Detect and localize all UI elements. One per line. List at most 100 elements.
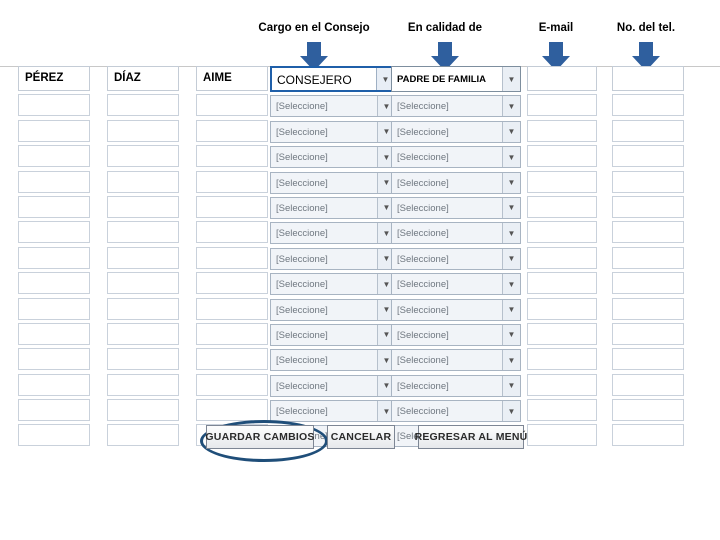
chevron-down-icon[interactable]: ▼ [502,375,520,396]
cargo-select[interactable]: [Seleccione]▼ [270,120,396,143]
apellido-materno-cell[interactable] [107,348,179,371]
cargo-select[interactable]: [Seleccione]▼ [270,273,396,296]
apellido-paterno-cell[interactable] [18,119,90,142]
apellido-materno-cell[interactable] [107,272,179,295]
email-cell[interactable] [527,119,597,142]
cargo-select[interactable]: [Seleccione]▼ [270,247,396,270]
apellido-paterno-cell[interactable] [18,145,90,168]
chevron-down-icon[interactable]: ▼ [502,147,520,168]
nombre-cell[interactable] [196,348,268,371]
email-cell[interactable] [527,399,597,422]
email-cell[interactable] [527,221,597,244]
nombre-cell[interactable] [196,373,268,396]
calidad-select[interactable]: [Seleccione] ▼ [391,273,521,296]
chevron-down-icon[interactable]: ▼ [502,96,520,117]
guardar-cambios-button[interactable]: GUARDAR CAMBIOS [205,425,314,449]
telefono-cell[interactable] [612,94,684,117]
calidad-select[interactable]: [Seleccione] ▼ [391,120,521,143]
apellido-materno-cell[interactable] [107,424,179,447]
apellido-paterno-cell[interactable] [18,424,90,447]
email-header-cell[interactable] [527,66,597,91]
apellido-materno-cell[interactable] [107,119,179,142]
calidad-select[interactable]: [Seleccione] ▼ [391,374,521,397]
apellido-materno-cell[interactable] [107,373,179,396]
email-cell[interactable] [527,246,597,269]
chevron-down-icon[interactable]: ▼ [502,299,520,320]
cargo-select[interactable]: [Seleccione]▼ [270,374,396,397]
email-cell[interactable] [527,170,597,193]
regresar-al-menu-button[interactable]: REGRESAR AL MENÚ [415,425,527,449]
apellido-paterno-cell[interactable] [18,221,90,244]
email-cell[interactable] [527,322,597,345]
telefono-header-cell[interactable] [612,66,684,91]
apellido-paterno-cell[interactable] [18,170,90,193]
nombre-cell[interactable] [196,399,268,422]
apellido-materno-cell[interactable] [107,170,179,193]
calidad-select[interactable]: [Seleccione] ▼ [391,349,521,372]
cargo-select[interactable]: [Seleccione]▼ [270,222,396,245]
chevron-down-icon[interactable]: ▼ [502,67,520,91]
cancelar-button[interactable]: CANCELAR [327,425,395,449]
apellido-paterno-cell[interactable] [18,195,90,218]
calidad-select[interactable]: [Seleccione] ▼ [391,298,521,321]
apellido-materno-cell[interactable] [107,322,179,345]
nombre-cell[interactable] [196,119,268,142]
email-cell[interactable] [527,373,597,396]
telefono-cell[interactable] [612,170,684,193]
calidad-select[interactable]: [Seleccione] ▼ [391,95,521,118]
nombre-cell[interactable] [196,272,268,295]
email-cell[interactable] [527,348,597,371]
apellido-paterno-cell[interactable] [18,94,90,117]
apellido-paterno-cell[interactable] [18,297,90,320]
apellido-paterno-cell[interactable] [18,322,90,345]
calidad-select[interactable]: [Seleccione] ▼ [391,400,521,423]
apellido-materno-cell[interactable] [107,297,179,320]
calidad-select[interactable]: [Seleccione] ▼ [391,196,521,219]
apellido-materno-header-cell[interactable]: DÍAZ [107,66,179,91]
telefono-cell[interactable] [612,195,684,218]
apellido-materno-cell[interactable] [107,399,179,422]
telefono-cell[interactable] [612,322,684,345]
cargo-select[interactable]: [Seleccione]▼ [270,400,396,423]
cargo-select[interactable]: [Seleccione]▼ [270,146,396,169]
chevron-down-icon[interactable]: ▼ [502,350,520,371]
apellido-materno-cell[interactable] [107,195,179,218]
nombre-cell[interactable] [196,221,268,244]
calidad-select[interactable]: [Seleccione] ▼ [391,171,521,194]
telefono-cell[interactable] [612,246,684,269]
chevron-down-icon[interactable]: ▼ [502,401,520,422]
telefono-cell[interactable] [612,424,684,447]
cargo-select[interactable]: [Seleccione]▼ [270,95,396,118]
cargo-select[interactable]: [Seleccione]▼ [270,171,396,194]
telefono-cell[interactable] [612,348,684,371]
apellido-paterno-cell[interactable] [18,348,90,371]
chevron-down-icon[interactable]: ▼ [502,274,520,295]
apellido-materno-cell[interactable] [107,94,179,117]
chevron-down-icon[interactable]: ▼ [502,197,520,218]
email-cell[interactable] [527,145,597,168]
chevron-down-icon[interactable]: ▼ [502,121,520,142]
apellido-paterno-cell[interactable] [18,272,90,295]
apellido-materno-cell[interactable] [107,221,179,244]
email-cell[interactable] [527,94,597,117]
calidad-select[interactable]: PADRE DE FAMILIA ▼ [391,66,521,92]
cargo-select[interactable]: [Seleccione]▼ [270,196,396,219]
nombre-cell[interactable] [196,246,268,269]
apellido-materno-cell[interactable] [107,145,179,168]
chevron-down-icon[interactable]: ▼ [502,172,520,193]
telefono-cell[interactable] [612,119,684,142]
cargo-select[interactable]: CONSEJERO ▼ [270,66,396,92]
calidad-select[interactable]: [Seleccione] ▼ [391,247,521,270]
telefono-cell[interactable] [612,145,684,168]
email-cell[interactable] [527,424,597,447]
chevron-down-icon[interactable]: ▼ [502,223,520,244]
apellido-paterno-cell[interactable] [18,373,90,396]
chevron-down-icon[interactable]: ▼ [502,324,520,345]
nombre-cell[interactable] [196,94,268,117]
cargo-select[interactable]: [Seleccione]▼ [270,298,396,321]
nombre-cell[interactable] [196,195,268,218]
telefono-cell[interactable] [612,297,684,320]
apellido-paterno-cell[interactable] [18,246,90,269]
calidad-select[interactable]: [Seleccione] ▼ [391,323,521,346]
telefono-cell[interactable] [612,399,684,422]
